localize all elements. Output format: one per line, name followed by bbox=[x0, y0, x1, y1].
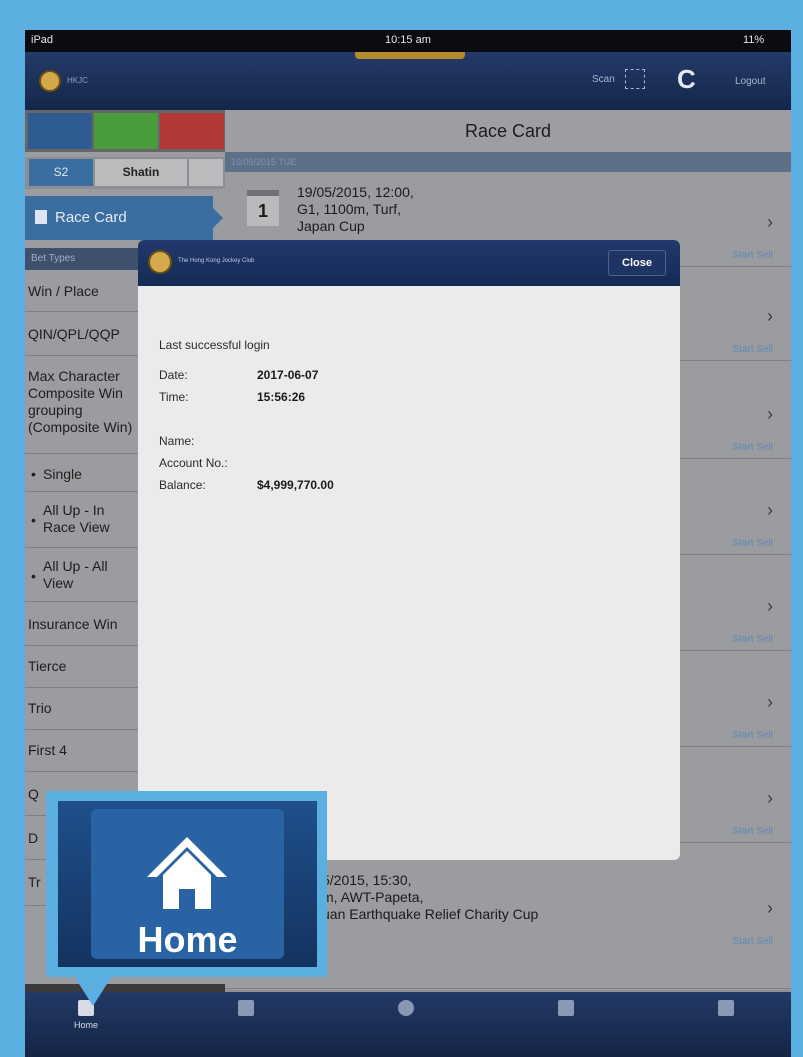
start-sell-link[interactable]: Start Sell bbox=[732, 826, 773, 837]
race-card-title: Race Card bbox=[225, 110, 791, 152]
segment-extra[interactable] bbox=[189, 159, 223, 186]
status-bar: iPad 10:15 am 11% bbox=[25, 30, 791, 52]
meeting-selector: S2 Shatin bbox=[25, 157, 225, 189]
race-details: 5/2015, 15:30, m, AWT-Papeta, uan Earthq… bbox=[322, 872, 539, 922]
close-button[interactable]: Close bbox=[608, 250, 666, 276]
chevron-right-icon: › bbox=[767, 596, 773, 616]
chevron-right-icon: › bbox=[767, 692, 773, 712]
segment-s2[interactable]: S2 bbox=[29, 159, 93, 186]
account-label: Account No.: bbox=[159, 456, 228, 470]
race-card-menu-item[interactable]: Race Card bbox=[25, 196, 223, 240]
race-number: 1 bbox=[247, 190, 279, 226]
lottery-tile[interactable] bbox=[160, 113, 224, 149]
segment-shatin[interactable]: Shatin bbox=[95, 159, 187, 186]
tab-4[interactable] bbox=[521, 1000, 611, 1020]
chevron-right-icon: › bbox=[767, 500, 773, 520]
home-callout: Home bbox=[46, 791, 327, 977]
chevron-right-icon: › bbox=[767, 788, 773, 808]
callout-inner: Home bbox=[58, 801, 317, 967]
hkjc-logo-icon bbox=[39, 70, 61, 92]
race-card-icon bbox=[35, 210, 47, 224]
dialog-brand: The Hong Kong Jockey Club bbox=[178, 258, 255, 264]
clock: 10:15 am bbox=[385, 34, 431, 46]
name-label: Name: bbox=[159, 434, 195, 448]
home-button-zoom[interactable]: Home bbox=[91, 809, 284, 960]
home-icon bbox=[147, 837, 227, 909]
refresh-icon[interactable]: C bbox=[677, 64, 696, 95]
scan-label[interactable]: Scan bbox=[592, 74, 615, 85]
dialog-header: The Hong Kong Jockey Club Close bbox=[138, 240, 680, 286]
race-card-label: Race Card bbox=[55, 209, 127, 226]
carrier-label: iPad bbox=[31, 34, 54, 46]
app-header: HKJC Scan C Logout bbox=[25, 52, 791, 110]
race-date-header: 19/05/2015 TUE bbox=[225, 152, 791, 172]
start-sell-link[interactable]: Start Sell bbox=[732, 634, 773, 645]
settings-icon bbox=[558, 1000, 574, 1016]
start-sell-link[interactable]: Start Sell bbox=[732, 538, 773, 549]
start-sell-link[interactable]: Start Sell bbox=[732, 442, 773, 453]
chevron-right-icon: › bbox=[767, 306, 773, 326]
start-sell-link[interactable]: Start Sell bbox=[732, 730, 773, 741]
scan-icon[interactable] bbox=[625, 69, 645, 89]
sport-tiles bbox=[25, 110, 225, 152]
record-icon bbox=[718, 1000, 734, 1016]
horse-racing-tile[interactable] bbox=[28, 113, 92, 149]
tab-3[interactable] bbox=[361, 1000, 451, 1020]
start-sell-link[interactable]: Start Sell bbox=[732, 936, 773, 947]
callout-home-label: Home bbox=[137, 919, 238, 960]
login-heading: Last successful login bbox=[159, 338, 270, 352]
date-label: Date: bbox=[159, 368, 188, 382]
pull-tab[interactable] bbox=[355, 52, 465, 59]
calendar-icon bbox=[238, 1000, 254, 1016]
hkjc-logo-icon bbox=[148, 250, 172, 274]
login-info-dialog: The Hong Kong Jockey Club Close Last suc… bbox=[138, 240, 680, 860]
battery-level: 11% bbox=[743, 34, 765, 46]
start-sell-link[interactable]: Start Sell bbox=[732, 250, 773, 261]
callout-pointer bbox=[74, 976, 112, 1006]
time-label: Time: bbox=[159, 390, 189, 404]
tab-2[interactable] bbox=[201, 1000, 291, 1020]
time-value: 15:56:26 bbox=[257, 390, 306, 404]
football-tile[interactable] bbox=[94, 113, 158, 149]
balance-value: $4,999,770.00 bbox=[257, 478, 334, 492]
start-sell-link[interactable]: Start Sell bbox=[732, 344, 773, 355]
logout-button[interactable]: Logout bbox=[735, 76, 766, 87]
chevron-right-icon: › bbox=[767, 212, 773, 232]
balance-label: Balance: bbox=[159, 478, 206, 492]
tab-5[interactable] bbox=[681, 1000, 771, 1020]
race-details: 19/05/2015, 12:00, G1, 1100m, Turf, Japa… bbox=[297, 184, 414, 234]
chevron-right-icon: › bbox=[767, 404, 773, 424]
tab-home-label: Home bbox=[73, 1020, 98, 1030]
tab-bar: Home bbox=[25, 992, 791, 1057]
brand-label: HKJC bbox=[67, 76, 88, 85]
info-icon bbox=[398, 1000, 414, 1016]
date-value: 2017-06-07 bbox=[257, 368, 319, 382]
chevron-right-icon: › bbox=[767, 898, 773, 918]
